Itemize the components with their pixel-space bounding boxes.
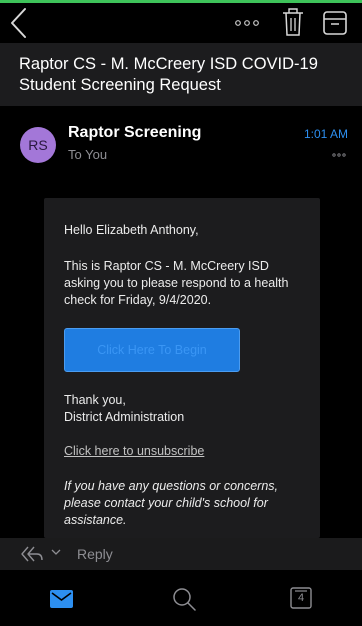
mail-icon[interactable] [50,590,73,608]
search-icon[interactable] [172,587,196,611]
recipient-label: To You [68,147,108,162]
closing-signature: District Administration [64,410,185,424]
sender-name: Raptor Screening [68,124,202,141]
message-body: Hello Elizabeth Anthony, This is Raptor … [44,198,320,538]
body-text: This is Raptor CS - M. McCreery ISD aski… [64,259,289,307]
begin-button[interactable]: Click Here To Begin [64,328,240,372]
message-subject: Raptor CS - M. McCreery ISD COVID-19 Stu… [0,43,362,106]
closing-text: Thank you, District Administration [64,392,184,426]
greeting-text: Hello Elizabeth Anthony, [64,223,199,237]
ellipsis-icon[interactable] [234,17,260,29]
nav-bar [0,3,362,43]
closing-line: Thank you, [64,393,126,407]
reply-button[interactable]: Reply [77,546,113,562]
tab-bar: 4 [0,570,362,626]
chevron-left-icon[interactable] [8,7,30,39]
message-time: 1:01 AM [303,127,348,141]
reply-bar[interactable]: Reply [0,538,362,570]
archive-icon[interactable] [322,9,348,37]
calendar-day: 4 [297,592,305,604]
trash-icon[interactable] [282,7,304,37]
avatar[interactable]: RS [20,127,56,163]
chevron-down-icon[interactable] [51,549,61,556]
sender-header[interactable]: RS Raptor Screening To You 1:01 AM [0,106,362,170]
ellipsis-icon[interactable] [332,153,346,157]
footer-note: If you have any questions or concerns, p… [64,479,279,527]
email-app: Raptor CS - M. McCreery ISD COVID-19 Stu… [0,0,362,626]
unsubscribe-link[interactable]: Click here to unsubscribe [64,444,204,458]
reply-all-icon[interactable] [20,544,44,564]
calendar-icon[interactable]: 4 [290,587,312,609]
